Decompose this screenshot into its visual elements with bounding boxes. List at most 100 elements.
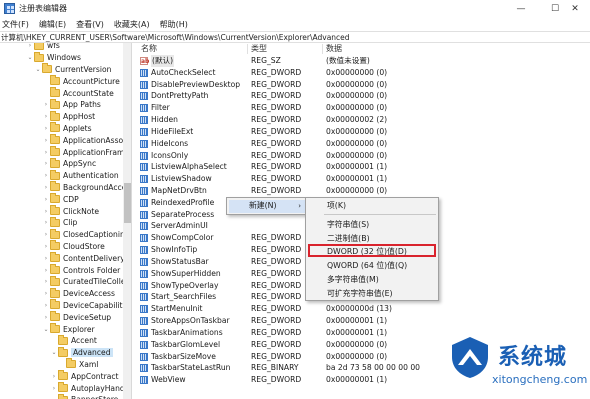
tree-node[interactable]: › DeviceSetup (42, 311, 111, 323)
tree-node[interactable]: › Clip (42, 216, 77, 229)
value-row[interactable]: Hidden REG_DWORD 0x00000002 (2) (133, 114, 590, 126)
tree-node[interactable]: › ContentDeliveryM (42, 252, 131, 264)
expand-arrow-icon[interactable]: › (26, 43, 34, 49)
expand-arrow-icon[interactable]: › (42, 184, 50, 191)
value-row[interactable]: HideFileExt REG_DWORD 0x00000000 (0) (133, 126, 590, 138)
address-bar[interactable]: 计算机\HKEY_CURRENT_USER\Software\Microsoft… (0, 31, 590, 43)
expand-arrow-icon[interactable]: › (42, 314, 50, 321)
expand-arrow-icon[interactable]: ⌄ (34, 66, 42, 73)
tree-node[interactable]: AccountState (42, 87, 114, 99)
tree-node[interactable]: › BackgroundAcces (42, 181, 130, 194)
expand-arrow-icon[interactable]: › (42, 101, 50, 108)
tree-node[interactable]: ⌄ Windows (26, 51, 81, 64)
expand-arrow-icon[interactable]: › (50, 385, 58, 392)
expand-arrow-icon[interactable]: › (42, 125, 50, 132)
value-row[interactable]: ab (默认) REG_SZ (数值未设置) (133, 55, 590, 67)
folder-icon (50, 146, 60, 157)
value-row[interactable]: StartMenuInit REG_DWORD 0x0000000d (13) (133, 303, 590, 315)
column-header-name[interactable]: 名称 (141, 43, 157, 55)
submenu-item[interactable]: 可扩充字符串值(E) (327, 288, 393, 300)
tree-scrollbar[interactable] (123, 43, 131, 399)
column-divider[interactable] (322, 44, 323, 54)
menu-item-new[interactable]: 新建(N) (249, 200, 277, 212)
menu-help[interactable]: 帮助(H) (155, 19, 193, 30)
expand-arrow-icon[interactable]: › (42, 278, 50, 285)
expand-arrow-icon[interactable]: › (42, 219, 50, 226)
close-button[interactable]: ✕ (560, 0, 590, 17)
tree-node[interactable]: Accent (50, 334, 97, 347)
tree-node[interactable]: › Controls Folder (W (42, 264, 131, 276)
tree-node[interactable]: ⌄ Advanced (50, 346, 113, 359)
expand-arrow-icon[interactable]: › (42, 302, 50, 309)
tree-node[interactable]: › CloudStore (42, 240, 105, 253)
expand-arrow-icon[interactable]: › (42, 113, 50, 120)
value-row[interactable]: DisablePreviewDesktop REG_DWORD 0x00000000… (133, 79, 590, 91)
submenu-item[interactable]: QWORD (64 位)值(Q) (327, 260, 407, 272)
submenu-item[interactable]: 字符串值(S) (327, 219, 369, 231)
tree-node[interactable]: › wfs (26, 43, 60, 52)
tree-node[interactable]: › ClosedCaptioning (42, 228, 130, 241)
value-row[interactable]: IconsOnly REG_DWORD 0x00000000 (0) (133, 150, 590, 162)
expand-arrow-icon[interactable]: ⌄ (50, 349, 58, 356)
submenu-item[interactable]: 项(K) (327, 200, 346, 212)
tree-node[interactable]: › AppContract (50, 370, 119, 382)
expand-arrow-icon[interactable]: › (42, 196, 50, 203)
folder-icon (50, 216, 60, 227)
value-name: TaskbarAnimations (151, 327, 223, 337)
tree-node[interactable]: › DeviceCapabilitie (42, 299, 129, 312)
value-row[interactable]: HideIcons REG_DWORD 0x00000000 (0) (133, 138, 590, 150)
tree-node[interactable]: › Applets (42, 122, 92, 135)
expand-arrow-icon[interactable]: › (42, 243, 50, 250)
value-row[interactable]: DontPrettyPath REG_DWORD 0x00000000 (0) (133, 90, 590, 102)
menu-favorites[interactable]: 收藏夹(A) (109, 19, 155, 30)
value-row[interactable]: Filter REG_DWORD 0x00000000 (0) (133, 102, 590, 114)
tree-node[interactable]: › CDP (42, 193, 79, 205)
tree-node[interactable]: › ApplicationFrame (42, 146, 129, 158)
expand-arrow-icon[interactable]: › (42, 137, 50, 144)
tree-node[interactable]: › AutoplayHand (50, 382, 125, 394)
tree-node[interactable]: › AppHost (42, 110, 95, 123)
tree-node[interactable]: › App Paths (42, 98, 101, 111)
value-data: 0x0000000d (13) (326, 304, 392, 314)
tree-scroll-thumb[interactable] (124, 183, 131, 223)
tree-node[interactable]: BannerStore (50, 393, 118, 399)
tree-node[interactable]: ⌄ CurrentVersion (34, 63, 111, 76)
value-row[interactable]: MapNetDrvBtn REG_DWORD 0x00000000 (0) (133, 185, 590, 197)
expand-arrow-icon[interactable]: › (42, 208, 50, 215)
expand-arrow-icon[interactable]: › (42, 290, 50, 297)
tree-node[interactable]: › ApplicationAssoc (42, 134, 127, 146)
value-type: REG_BINARY (251, 363, 299, 373)
expand-arrow-icon[interactable]: › (42, 231, 50, 238)
submenu-item[interactable]: 多字符串值(M) (327, 274, 379, 286)
tree-node[interactable]: › DeviceAccess (42, 287, 115, 300)
column-header-type[interactable]: 类型 (251, 43, 267, 55)
value-row[interactable]: ListviewAlphaSelect REG_DWORD 0x00000001 (… (133, 161, 590, 173)
menu-file[interactable]: 文件(F) (0, 19, 34, 30)
submenu-item[interactable]: 二进制值(B) (327, 233, 370, 245)
value-row[interactable]: AutoCheckSelect REG_DWORD 0x00000000 (0) (133, 67, 590, 79)
tree-node[interactable]: AccountPicture (42, 75, 120, 87)
expand-arrow-icon[interactable]: › (42, 149, 50, 156)
value-row[interactable]: StoreAppsOnTaskbar REG_DWORD 0x00000001 (1… (133, 315, 590, 327)
column-header-data[interactable]: 数据 (326, 43, 342, 55)
value-row[interactable]: ListviewShadow REG_DWORD 0x00000001 (1) (133, 173, 590, 185)
tree-node[interactable]: › Authentication (42, 169, 119, 182)
minimize-button[interactable]: — (504, 0, 538, 17)
expand-arrow-icon[interactable]: ⌄ (42, 326, 50, 333)
folder-icon (50, 87, 60, 98)
expand-arrow-icon[interactable]: › (42, 172, 50, 179)
tree-node[interactable]: › ClickNote (42, 205, 99, 217)
expand-arrow-icon[interactable]: › (42, 160, 50, 167)
expand-arrow-icon[interactable]: ⌄ (26, 54, 34, 61)
expand-arrow-icon[interactable]: › (50, 373, 58, 380)
tree-node[interactable]: › AppSync (42, 157, 96, 170)
expand-arrow-icon[interactable]: › (42, 267, 50, 274)
column-divider[interactable] (247, 44, 248, 54)
expand-arrow-icon[interactable]: › (42, 255, 50, 262)
menu-view[interactable]: 查看(V) (71, 19, 109, 30)
submenu-item[interactable]: DWORD (32 位)值(D) (327, 246, 407, 258)
tree-node[interactable]: › CuratedTileCollec (42, 275, 130, 288)
menu-edit[interactable]: 编辑(E) (34, 19, 71, 30)
tree-node[interactable]: Xaml (58, 358, 98, 371)
tree-node[interactable]: ⌄ Explorer (42, 323, 95, 335)
